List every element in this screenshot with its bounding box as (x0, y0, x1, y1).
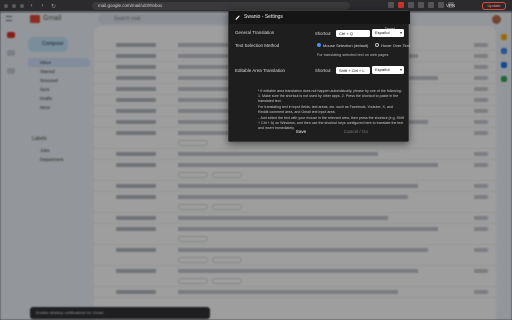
settings-dialog: Swanio - Settings General Translation Sh… (228, 10, 410, 142)
editable-target-language-select[interactable]: Español ▾ (372, 66, 404, 74)
window-zoom-dot[interactable] (20, 4, 24, 8)
general-translation-label: General Translation (235, 30, 275, 35)
screen: ‹ › ↻ mail.google.com/mail/u/0/#inbox VP… (0, 0, 512, 320)
dialog-header: Swanio - Settings (229, 11, 410, 24)
extension-icon[interactable] (438, 2, 444, 8)
extension-icon[interactable] (408, 2, 414, 8)
option-mouse-selection[interactable]: Mouse Selection (default) (323, 43, 368, 48)
chevron-down-icon: ▾ (399, 67, 402, 72)
dialog-title: Swanio - Settings (244, 14, 283, 20)
general-shortcut-label: Shortcut (315, 31, 331, 36)
save-button[interactable]: Save (291, 129, 311, 134)
note-paragraph: - Just select the text with your mouse i… (258, 116, 404, 130)
window-minimize-dot[interactable] (12, 4, 16, 8)
swanio-extension-icon[interactable] (398, 2, 404, 8)
editable-target-language-value: Español (375, 67, 390, 72)
radio-hover-over-text[interactable] (375, 43, 379, 47)
extension-icons (388, 2, 454, 8)
text-selection-label: Text Selection Method (235, 43, 280, 48)
note-paragraph: * If editable area translation does not … (258, 89, 402, 103)
window-close-dot[interactable] (4, 4, 8, 8)
general-shortcut-input[interactable]: Ctrl + Q (336, 30, 370, 37)
cancel-button[interactable]: Cancel / Go (341, 129, 371, 134)
vpn-label[interactable]: VPN (446, 2, 455, 10)
editable-area-notes: * If editable area translation does not … (258, 89, 404, 132)
extension-icon[interactable] (388, 2, 394, 8)
option-hover-over-text[interactable]: Hover Over Text (381, 43, 410, 48)
puzzle-icon[interactable] (418, 2, 424, 8)
editable-area-label: Editable Area Translation (235, 68, 286, 73)
swan-logo-icon (235, 15, 240, 20)
editable-shortcut-input[interactable]: Shift + Ctrl + L (336, 67, 370, 74)
general-target-language-value: Español (375, 30, 390, 35)
reload-icon[interactable]: ↻ (50, 3, 57, 10)
extension-icon[interactable] (428, 2, 434, 8)
forward-arrow-icon[interactable]: › (39, 3, 46, 9)
note-paragraph: For translating text in input fields, te… (258, 104, 393, 114)
update-button[interactable]: Update (482, 2, 506, 10)
editable-shortcut-label: Shortcut (315, 68, 331, 73)
address-bar[interactable]: mail.google.com/mail/u/0/#inbox (92, 2, 350, 10)
general-target-language-select[interactable]: Español ▾ (372, 29, 404, 37)
radio-mouse-selection[interactable] (317, 43, 321, 47)
chevron-down-icon: ▾ (399, 30, 402, 35)
back-arrow-icon[interactable]: ‹ (28, 3, 35, 9)
text-selection-hint: For translating selected text on web pag… (317, 53, 389, 57)
